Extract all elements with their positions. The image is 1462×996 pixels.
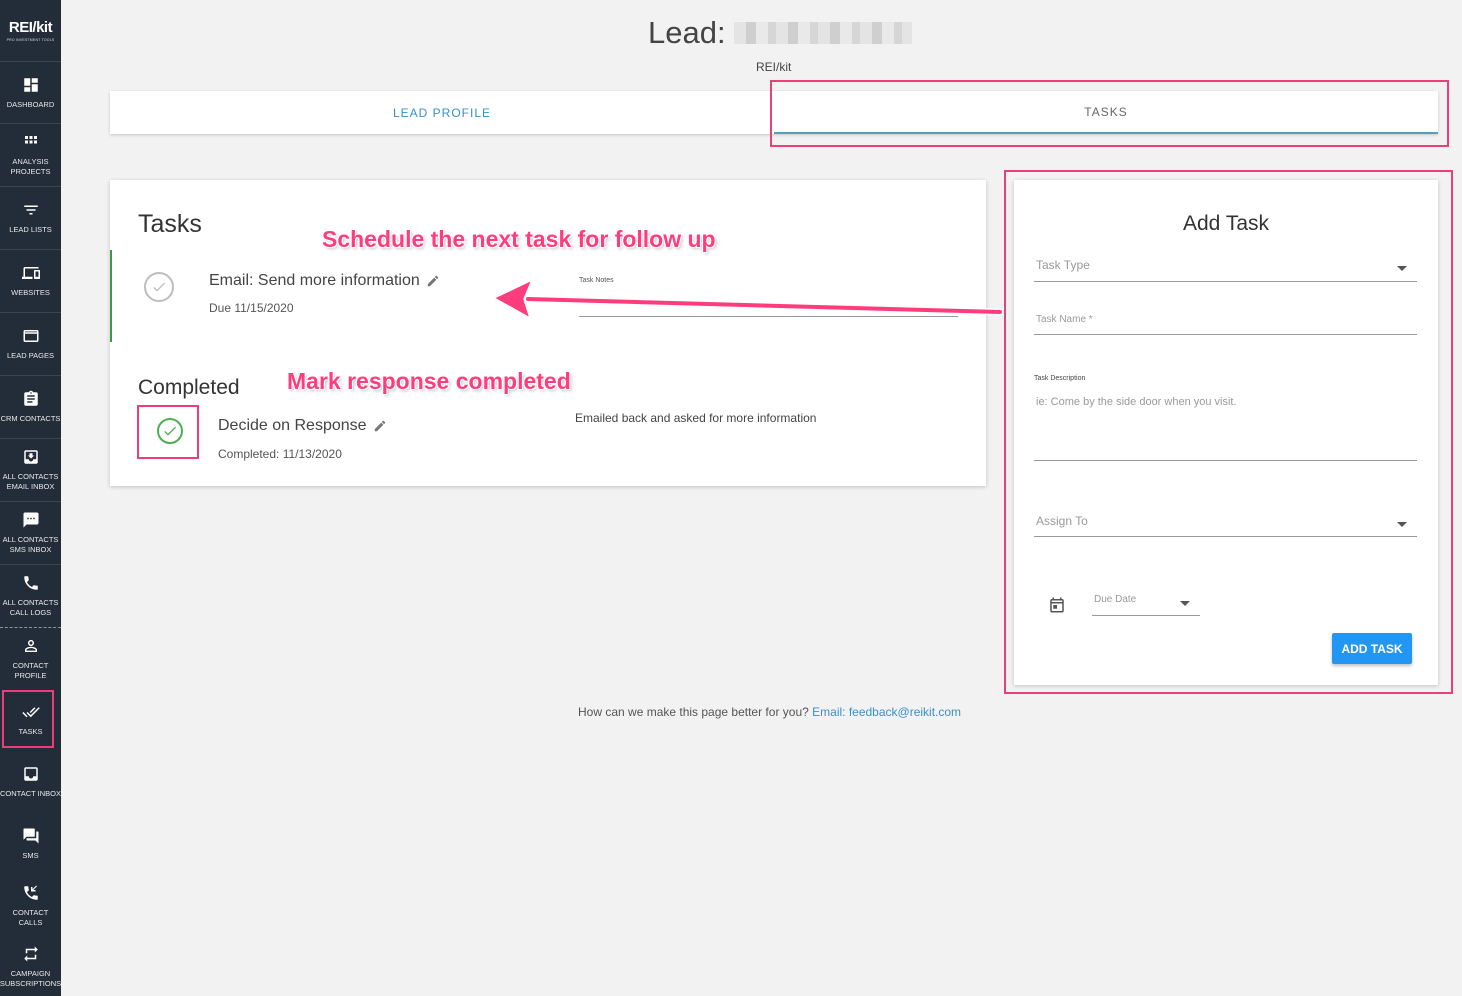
sidebar-item-sms-inbox[interactable]: ALL CONTACTS SMS INBOX <box>0 502 61 565</box>
sidebar-item-label: LEAD LISTS <box>9 225 52 235</box>
sidebar: REI/kit PRO INVESTMENT TOOLS DASHBOARD A… <box>0 0 61 996</box>
page-subtitle: REI/kit <box>756 60 792 74</box>
annotation-box-sidebar-tasks <box>2 690 54 748</box>
phone-icon <box>23 576 38 590</box>
forum-icon <box>23 828 38 844</box>
call-received-icon <box>23 885 38 900</box>
task-notes-input[interactable] <box>579 316 958 317</box>
sidebar-item-label: ALL CONTACTS CALL LOGS <box>2 598 59 617</box>
tab-lead-profile[interactable]: LEAD PROFILE <box>110 91 774 134</box>
task-name-text: Email: Send more information <box>209 272 420 289</box>
sidebar-item-label: CONTACT PROFILE <box>12 660 49 680</box>
sidebar-item-label: ALL CONTACTS EMAIL INBOX <box>2 472 59 491</box>
devices-icon <box>21 267 40 280</box>
grid-icon <box>24 136 37 144</box>
sidebar-item-label: ANALYSIS PROJECTS <box>10 157 51 176</box>
sidebar-item-contact-calls[interactable]: CONTACT CALLS <box>0 875 61 937</box>
annotation-schedule: Schedule the next task for follow up <box>322 226 716 252</box>
sidebar-item-label: ALL CONTACTS SMS INBOX <box>2 535 59 554</box>
sidebar-item-call-logs[interactable]: ALL CONTACTS CALL LOGS <box>0 565 61 627</box>
annotation-box-tasks-tab <box>770 80 1449 147</box>
sidebar-item-contact-inbox[interactable]: CONTACT INBOX <box>0 751 61 813</box>
sidebar-item-dashboard[interactable]: DASHBOARD <box>0 62 61 124</box>
task-name: Email: Send more information <box>209 272 440 290</box>
page-title-text: Lead: <box>648 15 726 50</box>
completed-heading: Completed <box>138 376 240 399</box>
sidebar-item-label: LEAD PAGES <box>7 351 54 361</box>
blurred-lead-name <box>733 22 912 44</box>
pencil-icon[interactable] <box>373 419 387 433</box>
completed-notes: Emailed back and asked for more informat… <box>575 411 817 425</box>
sidebar-item-label: CONTACT INBOX <box>0 789 61 799</box>
dashboard-icon <box>23 77 38 92</box>
sidebar-item-lead-lists[interactable]: LEAD LISTS <box>0 187 61 250</box>
feedback-email-link[interactable]: Email: feedback@reikit.com <box>812 705 961 719</box>
logo[interactable]: REI/kit PRO INVESTMENT TOOLS <box>0 0 61 62</box>
web-icon <box>23 330 38 343</box>
completed-date: Completed: 11/13/2020 <box>218 447 342 461</box>
sidebar-item-label: CRM CONTACTS <box>0 414 61 424</box>
annotation-mark-completed: Mark response completed <box>287 368 571 394</box>
inbox-icon <box>23 450 38 464</box>
page-title: Lead: <box>648 15 912 51</box>
completed-task-name-text: Decide on Response <box>218 417 367 434</box>
sidebar-item-sms[interactable]: SMS <box>0 813 61 875</box>
person-icon <box>24 639 37 652</box>
tasks-heading: Tasks <box>138 210 202 238</box>
sidebar-item-label: CONTACT CALLS <box>12 908 49 927</box>
filter-icon <box>23 205 38 215</box>
sidebar-item-campaign-subscriptions[interactable]: CAMPAIGN SUBSCRIPTIONS <box>0 937 61 996</box>
completed-task-name: Decide on Response <box>218 417 387 435</box>
task-row-open: Email: Send more information Due 11/15/2… <box>110 250 986 342</box>
feedback-text: How can we make this page better for you… <box>578 705 809 719</box>
sidebar-item-label: SMS <box>22 851 39 861</box>
chat-icon <box>23 512 38 528</box>
sidebar-item-crm-contacts[interactable]: CRM CONTACTS <box>0 376 61 439</box>
mark-complete-button[interactable] <box>144 272 174 302</box>
sidebar-item-email-inbox[interactable]: ALL CONTACTS EMAIL INBOX <box>0 439 61 502</box>
sidebar-item-label: WEBSITES <box>11 288 50 298</box>
pencil-icon[interactable] <box>426 274 440 288</box>
annotation-box-add-task <box>1004 170 1453 694</box>
logo-tagline: PRO INVESTMENT TOOLS <box>6 38 55 42</box>
sidebar-item-label: CAMPAIGN SUBSCRIPTIONS <box>0 968 62 988</box>
swap-icon <box>23 946 38 962</box>
annotation-box-completed-check <box>137 405 199 459</box>
sidebar-item-websites[interactable]: WEBSITES <box>0 250 61 313</box>
sidebar-item-lead-pages[interactable]: LEAD PAGES <box>0 313 61 376</box>
task-due-date: Due 11/15/2020 <box>209 301 294 315</box>
sidebar-item-contact-profile[interactable]: CONTACT PROFILE <box>0 627 61 689</box>
feedback-line: How can we make this page better for you… <box>578 705 961 719</box>
sidebar-item-analysis-projects[interactable]: ANALYSIS PROJECTS <box>0 124 61 187</box>
check-icon <box>153 282 165 292</box>
clipboard-icon <box>23 390 38 406</box>
tray-icon <box>23 767 38 781</box>
sidebar-item-label: DASHBOARD <box>6 99 55 109</box>
task-notes-label: Task Notes <box>579 277 614 284</box>
logo-brand: REI/kit <box>8 19 53 36</box>
